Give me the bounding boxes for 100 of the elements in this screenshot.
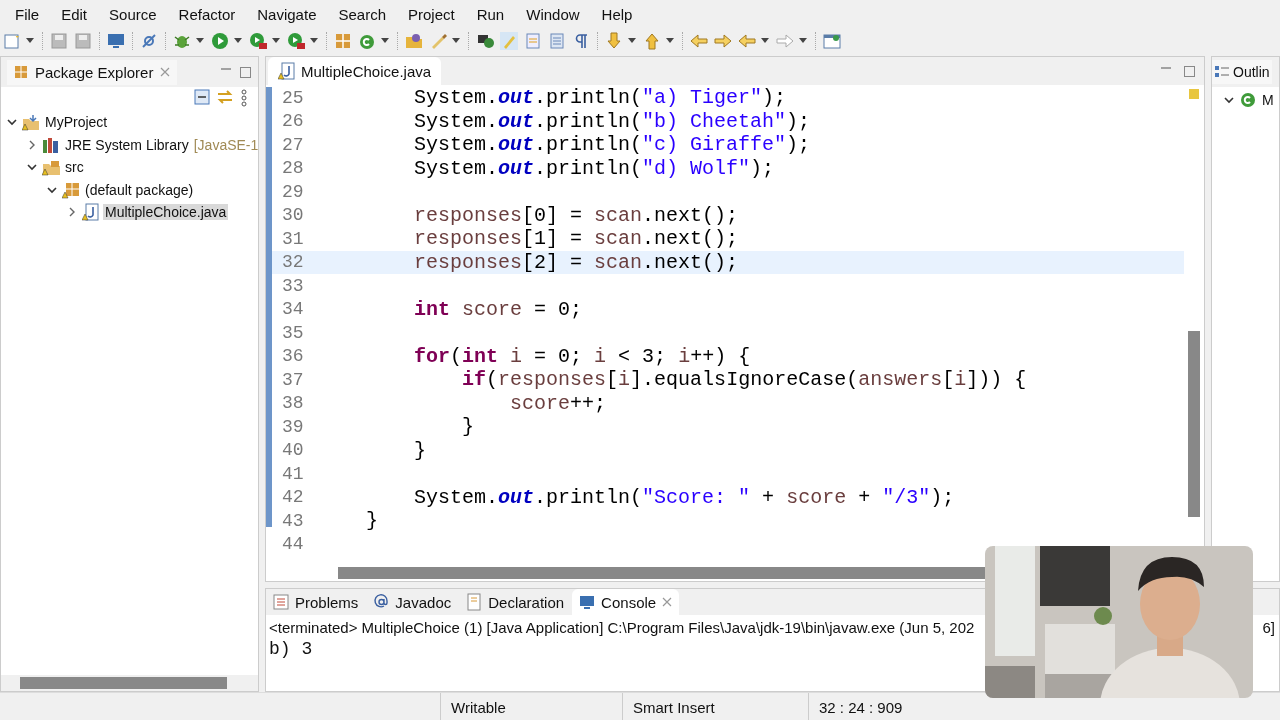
- code-line: }: [461, 415, 475, 439]
- menu-item[interactable]: Project: [397, 5, 466, 23]
- package-icon[interactable]: [13, 64, 29, 80]
- dropdown-caret-icon[interactable]: [196, 38, 204, 44]
- project-icon[interactable]: [22, 113, 40, 132]
- line-number: 25: [281, 87, 305, 108]
- menu-item[interactable]: Navigate: [246, 5, 328, 23]
- dropdown-caret-icon[interactable]: [26, 38, 34, 44]
- tree-item-detail: [JavaSE-1: [193, 136, 258, 153]
- line-number: 37: [281, 369, 305, 390]
- package-icon[interactable]: [333, 31, 353, 51]
- scrollbar-thumb[interactable]: [338, 567, 988, 579]
- coverage-icon[interactable]: [286, 31, 306, 51]
- close-icon[interactable]: [159, 66, 172, 78]
- line-number: 29: [281, 181, 305, 202]
- dropdown-caret-icon[interactable]: [310, 38, 318, 44]
- code-line: System.out.println("b) Cheetah");: [413, 109, 811, 133]
- scrollbar-thumb[interactable]: [20, 677, 227, 689]
- panel-tab[interactable]: Console: [572, 589, 680, 615]
- menu-item[interactable]: Help: [590, 5, 644, 23]
- code-line: System.out.println("d) Wolf");: [413, 156, 775, 180]
- line-number: 32: [281, 252, 305, 273]
- tree-item[interactable]: JRE System Library: [63, 136, 191, 153]
- console-output: b) 3: [268, 639, 314, 659]
- code-line: responses[1] = scan.next();: [413, 227, 739, 251]
- monitor-icon[interactable]: [106, 31, 126, 51]
- collapse-all-icon[interactable]: [194, 89, 210, 105]
- editor-tab[interactable]: MultipleChoice.java: [268, 57, 442, 85]
- forward-arrow-icon[interactable]: [713, 31, 733, 51]
- library-icon[interactable]: [42, 135, 60, 154]
- code-line: if(responses[i].equalsIgnoreCase(answers[i])) {: [461, 368, 1027, 392]
- line-number: 28: [281, 158, 305, 179]
- coverage-icon[interactable]: [248, 31, 268, 51]
- line-number: 43: [281, 510, 305, 531]
- menu-item[interactable]: Window: [515, 5, 591, 23]
- menu-item[interactable]: File: [4, 5, 51, 23]
- code-line: System.out.println("a) Tiger");: [413, 86, 787, 110]
- code-line: responses[0] = scan.next();: [413, 203, 739, 227]
- line-number: 34: [281, 299, 305, 320]
- maximize-icon[interactable]: [1183, 64, 1196, 78]
- console-header: 6]: [1262, 618, 1276, 636]
- java-file-icon[interactable]: [82, 203, 100, 222]
- menu-item[interactable]: Refactor: [167, 5, 247, 23]
- tree-item[interactable]: MyProject: [43, 114, 110, 131]
- save-icon[interactable]: [49, 31, 69, 51]
- link-arrows-icon[interactable]: [216, 89, 234, 105]
- menu-item[interactable]: Source: [98, 5, 168, 23]
- code-line: }: [413, 438, 427, 462]
- dropdown-caret-icon[interactable]: [666, 38, 674, 44]
- package-explorer-tab[interactable]: Package Explorer: [7, 59, 178, 85]
- close-icon[interactable]: [661, 596, 674, 608]
- line-number: 39: [281, 416, 305, 437]
- status-text: Smart Insert: [622, 692, 808, 720]
- line-number: 38: [281, 393, 305, 414]
- save-icon[interactable]: [73, 31, 93, 51]
- tree-item[interactable]: (default package): [83, 181, 196, 198]
- code-line: score++;: [509, 391, 607, 415]
- code-line: System.out.println("Score: " + score + "/3");: [413, 485, 955, 509]
- line-number: 31: [281, 228, 305, 249]
- line-number: 27: [281, 134, 305, 155]
- menu-item[interactable]: Search: [327, 5, 397, 23]
- outline-tab[interactable]: Outlin: [1212, 60, 1272, 84]
- dropdown-caret-icon[interactable]: [628, 38, 636, 44]
- run-icon[interactable]: [210, 31, 230, 51]
- menu-item[interactable]: Run: [465, 5, 516, 23]
- dropdown-caret-icon[interactable]: [234, 38, 242, 44]
- tree-item[interactable]: src: [63, 159, 86, 176]
- code-line: System.out.println("c) Giraffe");: [413, 133, 811, 157]
- warning-marker[interactable]: [1189, 89, 1199, 99]
- code-line: responses[2] = scan.next();: [413, 250, 739, 274]
- line-number: 26: [281, 111, 305, 132]
- code-line: int score = 0;: [413, 297, 583, 321]
- outline-icon[interactable]: [1214, 64, 1230, 80]
- java-file-icon[interactable]: [278, 62, 296, 80]
- dropdown-caret-icon[interactable]: [381, 38, 389, 44]
- line-number: 40: [281, 440, 305, 461]
- status-text: 32 : 24 : 909: [808, 692, 968, 720]
- perspective-icon[interactable]: [822, 31, 842, 51]
- scrollbar-thumb[interactable]: [1188, 331, 1200, 517]
- code-line: for(int i = 0; i < 3; i++) {: [413, 344, 751, 368]
- problems-icon[interactable]: [272, 593, 290, 611]
- tree-item[interactable]: M: [1260, 92, 1276, 109]
- line-number: 30: [281, 205, 305, 226]
- line-number: 33: [281, 275, 305, 296]
- maximize-icon[interactable]: [239, 65, 252, 79]
- console-icon[interactable]: [578, 593, 597, 611]
- status-text: Writable: [440, 692, 622, 720]
- dropdown-caret-icon[interactable]: [452, 38, 460, 44]
- line-number: 42: [281, 487, 305, 508]
- line-number: 35: [281, 322, 305, 343]
- line-number: 41: [281, 463, 305, 484]
- menu-item[interactable]: Edit: [50, 5, 99, 23]
- dropdown-caret-icon[interactable]: [272, 38, 280, 44]
- open-folder-icon[interactable]: [404, 31, 424, 51]
- tree-item[interactable]: MultipleChoice.java: [103, 204, 229, 221]
- view-menu-icon[interactable]: [240, 89, 248, 107]
- back-arrow-icon[interactable]: [689, 31, 709, 51]
- line-number: 36: [281, 346, 305, 367]
- dropdown-caret-icon[interactable]: [799, 38, 807, 44]
- dropdown-caret-icon[interactable]: [761, 38, 769, 44]
